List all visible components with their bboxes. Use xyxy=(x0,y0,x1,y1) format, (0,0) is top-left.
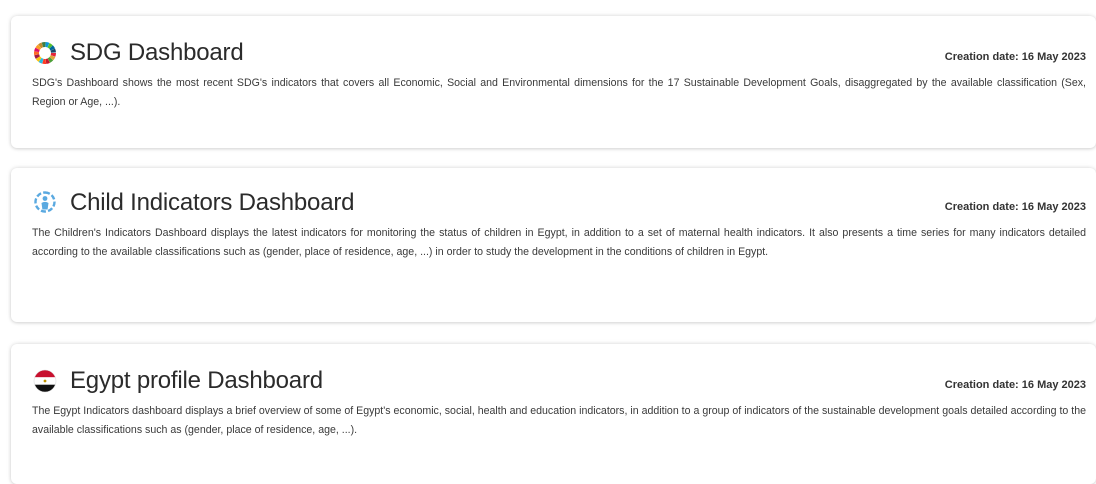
dashboard-card-egypt-profile[interactable]: Egypt profile Dashboard Creation date: 1… xyxy=(11,344,1096,484)
dashboard-title[interactable]: SDG Dashboard xyxy=(70,39,244,67)
child-icon xyxy=(32,190,58,216)
creation-date: Creation date: 16 May 2023 xyxy=(944,51,1086,63)
creation-date: Creation date: 16 May 2023 xyxy=(944,379,1086,391)
dashboard-card-child-indicators[interactable]: Child Indicators Dashboard Creation date… xyxy=(11,168,1096,322)
dashboard-title[interactable]: Child Indicators Dashboard xyxy=(70,189,354,217)
dashboard-title[interactable]: Egypt profile Dashboard xyxy=(70,367,323,395)
egypt-flag-icon xyxy=(32,368,58,394)
dashboard-description: The Egypt Indicators dashboard displays … xyxy=(32,405,1086,436)
dashboard-card-sdg[interactable]: SDG Dashboard Creation date: 16 May 2023… xyxy=(11,16,1096,148)
sdg-wheel-icon xyxy=(32,40,58,66)
dashboard-description: SDG's Dashboard shows the most recent SD… xyxy=(32,77,1086,108)
dashboard-description: The Children's Indicators Dashboard disp… xyxy=(32,227,1086,258)
creation-date: Creation date: 16 May 2023 xyxy=(944,201,1086,213)
